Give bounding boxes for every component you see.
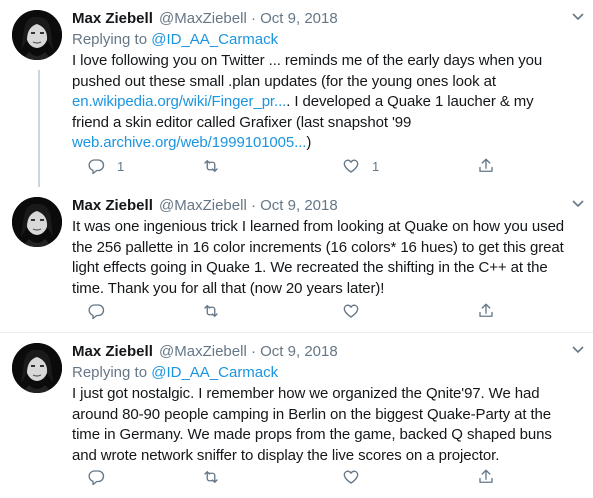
share-button[interactable] [477,157,495,175]
share-button[interactable] [477,302,495,320]
reply-icon [88,470,105,486]
avatar-image [12,197,62,247]
like-icon [343,304,359,318]
tweet-text-line: time in Germany. We made props from the … [72,426,552,444]
tweet-date[interactable]: Oct 9, 2018 [260,197,338,214]
tweet-3[interactable]: Max Ziebell @MaxZiebell · Oct 9, 2018 Re… [0,333,593,498]
avatar[interactable] [12,10,62,60]
like-button[interactable] [342,302,372,320]
url-link[interactable]: en.wikipedia.org/wiki/Finger_pr... [72,93,286,110]
tweet-date[interactable]: Oct 9, 2018 [260,343,338,360]
tweet-text-line: It was one ingenious trick I learned fro… [72,218,565,235]
reply-icon [88,304,105,320]
retweet-button[interactable] [202,157,232,175]
tweet-text-line: I love following you on Twitter ... remi… [72,52,543,69]
avatar[interactable] [12,197,62,247]
share-button[interactable] [477,468,495,486]
tweet-text-line: light effects going in Quake 1. We recre… [72,259,548,277]
tweet-text-line: friend a skin editor called Grafixer (la… [72,113,412,131]
reply-icon [88,159,105,175]
retweet-button[interactable] [202,468,232,486]
reply-button[interactable] [87,302,117,320]
avatar[interactable] [12,343,62,393]
replying-to: Replying to @ID_AA_Carmack [72,363,581,383]
reply-button[interactable] [87,468,117,486]
action-bar [72,302,512,322]
mention-link[interactable]: @ID_AA_Carmack [151,31,278,48]
tweet-text-line: and wrote network sniffer to display the… [72,446,500,464]
author-name[interactable]: Max Ziebell [72,10,153,27]
share-icon [479,303,493,317]
replying-label: Replying to [72,31,148,48]
reply-count: 1 [117,158,125,174]
separator-dot: · [250,343,256,360]
like-count: 1 [372,158,380,174]
author-name[interactable]: Max Ziebell [72,343,153,360]
avatar-image [12,343,62,393]
author-handle[interactable]: @MaxZiebell [159,10,247,27]
tweet-2[interactable]: Max Ziebell @MaxZiebell · Oct 9, 2018 It… [0,187,593,333]
author-name[interactable]: Max Ziebell [72,197,153,214]
tweet-text-segment: ) [306,134,312,152]
retweet-icon [204,305,218,317]
author-handle[interactable]: @MaxZiebell [159,197,247,214]
separator-dot: · [250,197,256,214]
tweet-date[interactable]: Oct 9, 2018 [260,10,338,27]
share-icon [479,469,493,483]
like-icon [343,159,359,173]
like-button[interactable] [342,468,372,486]
retweet-button[interactable] [202,302,232,320]
tweet-text-line: around 80-90 people camping in Berlin on… [72,405,552,423]
tweet-text: It was one ingenious trick I learned fro… [72,217,581,299]
separator-dot: · [250,10,256,27]
avatar-image [12,10,62,60]
action-bar [72,468,512,488]
url-link[interactable]: web.archive.org/web/1999101005... [72,134,306,151]
mention-link[interactable]: @ID_AA_Carmack [151,364,278,381]
tweet-text-line: the 256 pallette in 16 color increments … [72,238,564,256]
like-button[interactable]: 1 [342,157,379,175]
tweet-text-line: time. Thank you for all that (now 20 yea… [72,279,385,297]
action-bar: 1 1 [72,157,512,177]
thread-connector-line [38,70,40,187]
tweet-1[interactable]: Max Ziebell @MaxZiebell · Oct 9, 2018 Re… [0,0,593,187]
replying-label: Replying to [72,364,148,381]
reply-button[interactable]: 1 [87,157,124,175]
author-handle[interactable]: @MaxZiebell [159,343,247,360]
retweet-icon [204,160,218,172]
tweet-text-line: pushed out these small .plan updates (fo… [72,72,496,90]
replying-to: Replying to @ID_AA_Carmack [72,30,581,50]
tweet-text-segment: . I developed a Quake 1 laucher & my [286,93,534,111]
tweet-text: I just got nostalgic. I remember how we … [72,384,581,466]
retweet-icon [204,471,218,483]
like-icon [343,470,359,484]
tweet-text-line: I just got nostalgic. I remember how we … [72,385,540,402]
share-icon [479,158,493,172]
tweet-text: I love following you on Twitter ... remi… [72,51,581,154]
